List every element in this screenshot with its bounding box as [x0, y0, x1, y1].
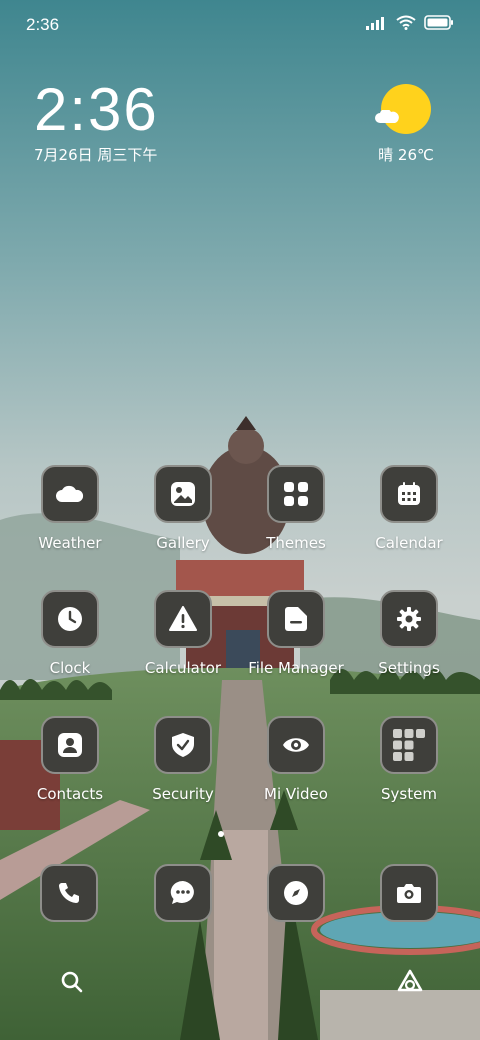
app-label: Calculator — [144, 659, 222, 677]
search-icon[interactable] — [60, 970, 84, 994]
camera-icon — [380, 864, 438, 922]
cloud-icon — [41, 465, 99, 523]
wifi-icon — [396, 15, 416, 30]
clock-widget[interactable]: 2:36 7月26日 周三下午 — [34, 78, 159, 165]
partly-sunny-icon — [375, 84, 431, 134]
app-label: Security — [152, 785, 214, 803]
app-system-folder[interactable]: System — [361, 716, 457, 803]
app-label: Mi Video — [264, 785, 328, 803]
shield-check-icon — [154, 716, 212, 774]
app-label: File Manager — [248, 659, 344, 677]
message-icon — [154, 864, 212, 922]
phone-icon — [40, 864, 98, 922]
app-label: Themes — [266, 534, 326, 552]
status-bar: 2:36 — [0, 0, 480, 50]
battery-icon — [424, 15, 453, 30]
status-icons — [366, 15, 454, 30]
dock-phone[interactable] — [40, 864, 100, 922]
weather-condition-temp: 晴 26℃ — [378, 146, 434, 164]
compass-icon — [267, 864, 325, 922]
clock-widget-date: 7月26日 周三下午 — [34, 146, 158, 164]
app-label: Clock — [49, 659, 91, 677]
app-settings[interactable]: Settings — [361, 590, 457, 677]
dock-messages[interactable] — [154, 864, 214, 922]
app-security[interactable]: Security — [135, 716, 231, 803]
app-label: System — [381, 785, 437, 803]
status-time: 2:36 — [26, 15, 60, 34]
app-contacts[interactable]: Contacts — [22, 716, 118, 803]
dock-camera[interactable] — [380, 864, 440, 922]
app-mi-video[interactable]: Mi Video — [248, 716, 344, 803]
app-label: Weather — [38, 534, 102, 552]
clock-icon — [41, 590, 99, 648]
warning-icon — [154, 590, 212, 648]
folder-grid-icon — [380, 716, 438, 774]
person-icon — [41, 716, 99, 774]
image-icon — [154, 465, 212, 523]
app-label: Gallery — [156, 534, 210, 552]
app-calculator[interactable]: Calculator — [135, 590, 231, 677]
app-calendar[interactable]: Calendar — [361, 465, 457, 552]
app-label: Settings — [378, 659, 440, 677]
grid-icon — [267, 465, 325, 523]
assistant-icon[interactable] — [396, 968, 424, 994]
calendar-icon — [380, 465, 438, 523]
app-clock[interactable]: Clock — [22, 590, 118, 677]
gear-icon — [380, 590, 438, 648]
app-file-manager[interactable]: File Manager — [248, 590, 344, 677]
eye-icon — [267, 716, 325, 774]
weather-widget[interactable]: 晴 26℃ — [366, 84, 446, 165]
signal-icon — [366, 16, 384, 30]
app-label: Contacts — [36, 785, 104, 803]
folder-icon — [267, 590, 325, 648]
app-label: Calendar — [375, 534, 443, 552]
app-themes[interactable]: Themes — [248, 465, 344, 552]
app-gallery[interactable]: Gallery — [135, 465, 231, 552]
clock-widget-time: 2:36 — [34, 76, 159, 143]
dock-browser[interactable] — [267, 864, 327, 922]
page-indicator-dot — [218, 831, 224, 837]
app-weather[interactable]: Weather — [22, 465, 118, 552]
